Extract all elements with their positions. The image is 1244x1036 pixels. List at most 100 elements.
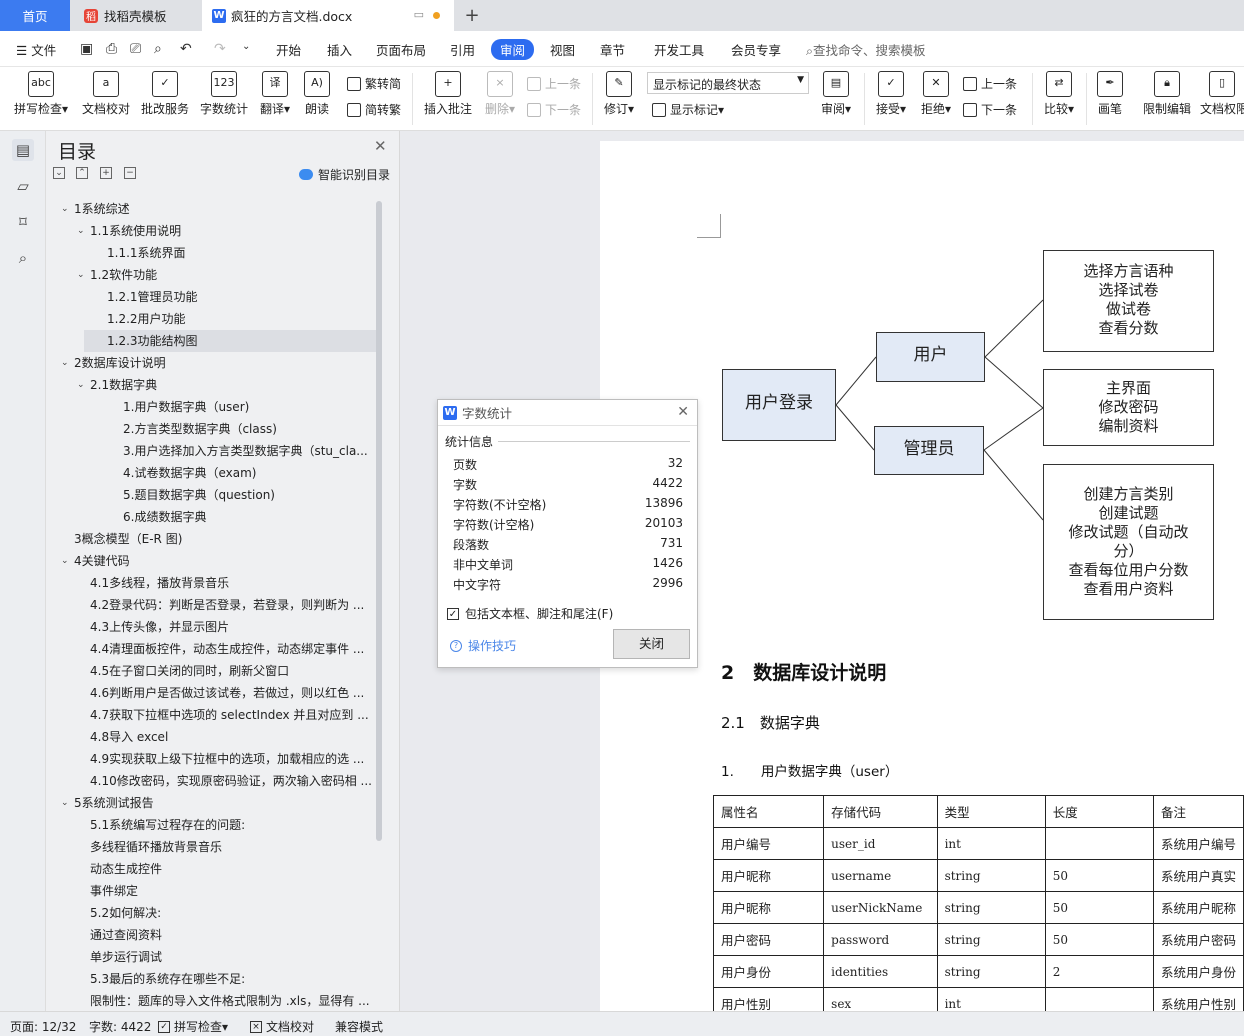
toc-item[interactable]: 3.用户选择加入方言类型数据字典（stu_cla...: [46, 440, 376, 462]
toc-item[interactable]: 6.成绩数据字典: [46, 506, 376, 528]
prev-comment-button[interactable]: 上一条: [527, 75, 581, 92]
pen-button[interactable]: ✒ 画笔: [1094, 71, 1126, 117]
toc-item[interactable]: 5.3最后的系统存在哪些不足:: [46, 968, 376, 990]
toc-item[interactable]: 4.10修改密码，实现原密码验证，两次输入密码相 ...: [46, 770, 376, 792]
chevron-down-icon[interactable]: ⌄: [61, 352, 69, 374]
toc-item[interactable]: 4.9实现获取上级下拉框中的选项，加载相应的选 ...: [46, 748, 376, 770]
word-count-indicator[interactable]: 字数: 4422: [89, 1018, 151, 1035]
menu-view[interactable]: 视图: [550, 40, 575, 59]
toc-item[interactable]: 多线程循环播放背景音乐: [46, 836, 376, 858]
reject-button[interactable]: ✕ 拒绝▾: [917, 71, 955, 117]
toc-item[interactable]: ⌄ 1.2软件功能: [46, 264, 376, 286]
tab-home[interactable]: 首页: [0, 0, 70, 31]
revise-button[interactable]: ✎ 修订▾: [600, 71, 638, 117]
toc-item[interactable]: 4.6判断用户是否做过该试卷，若做过，则以红色 ...: [46, 682, 376, 704]
toc-icon[interactable]: ▤: [12, 139, 34, 161]
chevron-down-icon[interactable]: ⌄: [61, 550, 69, 572]
menu-insert[interactable]: 插入: [327, 40, 352, 59]
collapse-all-icon[interactable]: ⌄: [53, 167, 65, 179]
simp-to-trad-button[interactable]: 简转繁: [347, 101, 401, 118]
toc-item[interactable]: 4.3上传头像，并显示图片: [46, 616, 376, 638]
close-button[interactable]: 关闭: [613, 629, 690, 659]
spellcheck-button[interactable]: abc 拼写检查▾: [10, 71, 72, 117]
toc-item[interactable]: 4.8导入 excel: [46, 726, 376, 748]
next-comment-button[interactable]: 下一条: [527, 101, 581, 118]
smart-toc-button[interactable]: 智能识别目录: [299, 166, 390, 183]
remove-heading-icon[interactable]: −: [124, 167, 136, 179]
toc-item[interactable]: ⌄ 2.1数据字典: [46, 374, 376, 396]
chevron-down-icon[interactable]: ⌄: [61, 792, 69, 814]
undo-icon[interactable]: ↶: [180, 41, 192, 57]
restrict-edit-button[interactable]: 🔒︎ 限制编辑: [1140, 71, 1194, 117]
search-icon[interactable]: ⌕: [12, 247, 34, 269]
status-spellcheck[interactable]: ✓ 拼写检查 ▾: [158, 1018, 228, 1035]
toc-item[interactable]: ⌄ 2数据库设计说明: [46, 352, 376, 374]
toc-item[interactable]: 事件绑定: [46, 880, 376, 902]
chevron-down-icon[interactable]: ⌄: [77, 374, 85, 396]
export-pdf-icon[interactable]: ⎙: [106, 41, 117, 57]
print-preview-icon[interactable]: ⌕: [154, 41, 162, 57]
page-indicator[interactable]: 页面: 12/32: [10, 1018, 76, 1035]
menu-chapter[interactable]: 章节: [600, 40, 625, 59]
expand-up-icon[interactable]: ⌃: [76, 167, 88, 179]
toc-item[interactable]: 限制性：题库的导入文件格式限制为 .xls，显得有 ...: [46, 990, 376, 1012]
mark-state-select[interactable]: 显示标记的最终状态 ▼: [647, 72, 809, 94]
toc-item[interactable]: 1.2.1管理员功能: [46, 286, 376, 308]
toc-item[interactable]: ⌄ 1.1系统使用说明: [46, 220, 376, 242]
insert-comment-button[interactable]: + 插入批注: [422, 71, 474, 117]
toc-item[interactable]: 4.7获取下拉框中选项的 selectIndex 并且对应到 ...: [46, 704, 376, 726]
delete-comment-button[interactable]: × 删除▾: [481, 71, 519, 117]
nav-pane-icon[interactable]: ▱: [12, 175, 34, 197]
save-icon[interactable]: ▣: [80, 41, 93, 57]
doccheck-button[interactable]: a 文档校对: [80, 71, 132, 117]
status-doccheck[interactable]: × 文档校对: [250, 1018, 314, 1035]
toc-item[interactable]: 动态生成控件: [46, 858, 376, 880]
close-icon[interactable]: ✕: [374, 137, 387, 155]
menu-devtools[interactable]: 开发工具: [654, 40, 704, 59]
close-icon[interactable]: ✕: [677, 404, 689, 420]
toc-scrollbar[interactable]: [376, 201, 382, 841]
toc-item[interactable]: 4.试卷数据字典（exam): [46, 462, 376, 484]
next-revision-button[interactable]: 下一条: [963, 101, 1017, 118]
toc-item[interactable]: 3概念模型（E-R 图): [46, 528, 376, 550]
prev-revision-button[interactable]: 上一条: [963, 75, 1017, 92]
translate-button[interactable]: 译翻译▾: [256, 71, 294, 117]
menu-member[interactable]: 会员专享: [731, 40, 781, 59]
toc-item[interactable]: ⌄ 5系统测试报告: [46, 792, 376, 814]
chevron-down-icon[interactable]: ⌄: [77, 264, 85, 286]
tab-template[interactable]: 稻找稻壳模板: [72, 0, 200, 31]
menu-review[interactable]: 审阅: [491, 39, 535, 60]
chevron-down-icon[interactable]: ⌄: [61, 198, 69, 220]
toc-item[interactable]: 4.4清理面板控件，动态生成控件，动态绑定事件 ...: [46, 638, 376, 660]
monitor-icon[interactable]: ▭: [414, 8, 424, 21]
chevron-down-icon[interactable]: ⌄: [77, 220, 85, 242]
toc-item[interactable]: ⌄ 4关键代码: [46, 550, 376, 572]
toc-item[interactable]: 4.2登录代码：判断是否登录，若登录，则判断为 ...: [46, 594, 376, 616]
toc-item[interactable]: 4.1多线程，播放背景音乐: [46, 572, 376, 594]
quick-access-chevron-icon[interactable]: ⌄: [242, 41, 250, 52]
toc-item[interactable]: ⌄ 1系统综述: [46, 198, 376, 220]
toc-item[interactable]: 2.方言类型数据字典（class): [46, 418, 376, 440]
toc-item[interactable]: 单步运行调试: [46, 946, 376, 968]
new-tab-button[interactable]: +: [462, 0, 482, 31]
include-footnotes-checkbox[interactable]: ✓ 包括文本框、脚注和尾注(F): [447, 605, 613, 622]
correction-button[interactable]: ✓ 批改服务: [139, 71, 191, 117]
toc-item[interactable]: 1.用户数据字典（user): [46, 396, 376, 418]
toc-item[interactable]: 1.2.3功能结构图: [84, 330, 376, 352]
read-aloud-button[interactable]: A) 朗读: [302, 71, 332, 117]
tab-document[interactable]: W 疯狂的方言文档.docx ▭: [202, 0, 454, 31]
review-pane-button[interactable]: ▤ 审阅▾: [816, 71, 856, 117]
toc-item[interactable]: 4.5在子窗口关闭的同时，刷新父窗口: [46, 660, 376, 682]
toc-item[interactable]: 1.1.1系统界面: [46, 242, 376, 264]
toc-item[interactable]: 5.2如何解决:: [46, 902, 376, 924]
menu-start[interactable]: 开始: [276, 40, 301, 59]
toc-item[interactable]: 通过查阅资料: [46, 924, 376, 946]
trad-to-simp-button[interactable]: 繁转简: [347, 75, 401, 92]
menu-layout[interactable]: 页面布局: [376, 40, 426, 59]
file-menu[interactable]: ☰ 文件: [16, 40, 56, 59]
menu-reference[interactable]: 引用: [450, 40, 475, 59]
redo-icon[interactable]: ↷: [214, 41, 226, 57]
wordcount-button[interactable]: 123 字数统计: [198, 71, 250, 117]
toc-item[interactable]: 5.题目数据字典（question): [46, 484, 376, 506]
tips-link[interactable]: ? 操作技巧: [450, 637, 516, 654]
